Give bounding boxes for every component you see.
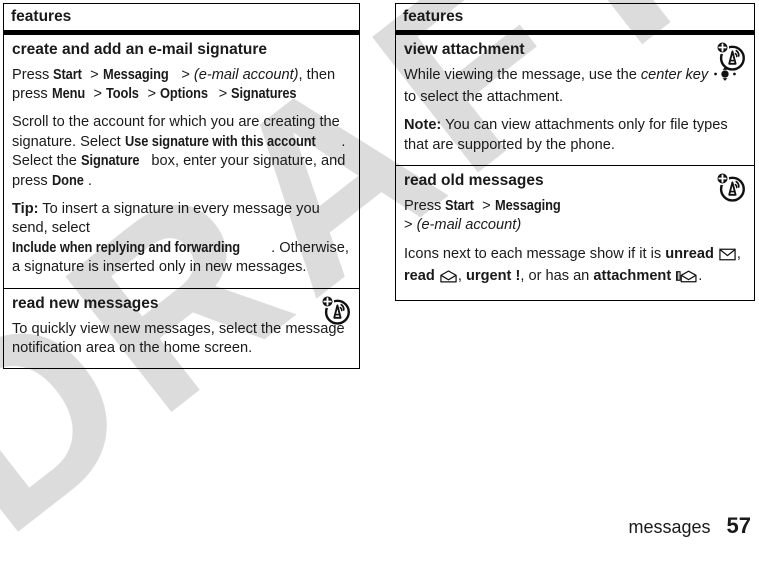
features-table: features view attachment While viewing th… — [395, 3, 755, 301]
table-header: features — [4, 4, 359, 34]
text-run: urgent — [466, 268, 512, 285]
feature-title: create and add an e-mail signature — [12, 40, 267, 58]
feature-paragraph: While viewing the message, use the cente… — [404, 66, 746, 108]
feature-title: read new messages — [12, 294, 159, 312]
text-run: Start — [445, 198, 475, 215]
feature-paragraph: Press Start > Messaging > (e-mail accoun… — [12, 66, 351, 105]
text-run: (e-mail account) — [416, 217, 522, 234]
feature-paragraph: Press Start > Messaging > (e-mail account… — [404, 197, 746, 236]
text-run: Signature — [80, 153, 140, 170]
features-table: features create and add an e-mail signatu… — [3, 3, 360, 370]
text-run: Menu — [51, 86, 85, 103]
text-run: > — [177, 66, 194, 83]
text-run: Tip: — [12, 201, 39, 218]
text-run — [708, 67, 712, 83]
text-run: > — [86, 66, 103, 83]
text-run: Include when replying and forwarding — [12, 239, 241, 256]
feature-paragraph: Tip: To insert a signature in every mess… — [12, 200, 351, 278]
footer-page-number: 57 — [726, 513, 751, 538]
feature-section: view attachment While viewing the message… — [396, 33, 754, 165]
text-run: To quickly view new messages, select the… — [12, 320, 345, 356]
envelope-open-icon — [440, 270, 457, 289]
text-run: Messaging — [494, 198, 561, 215]
text-run: center key — [640, 66, 709, 83]
text-run — [714, 246, 718, 262]
text-run: While viewing the message, use the — [404, 66, 641, 83]
text-run: > — [214, 86, 232, 103]
text-run: Done — [51, 172, 84, 189]
text-run: To insert a signature in every message y… — [12, 201, 320, 237]
text-run: attachment — [593, 268, 672, 285]
text-run: Press — [12, 66, 54, 83]
text-run: > — [143, 86, 161, 103]
text-run: (e-mail account) — [193, 66, 299, 83]
feature-paragraph: To quickly view new messages, select the… — [12, 320, 351, 359]
text-run: read — [404, 268, 435, 285]
text-run: Start — [53, 66, 83, 83]
motorola-feature-icon — [714, 39, 748, 73]
envelope-closed-icon — [719, 248, 736, 267]
feature-title: read old messages — [404, 172, 544, 190]
feature-paragraph: Icons next to each message show if it is… — [404, 245, 746, 290]
feature-paragraph: Note: You can view attachments only for … — [404, 116, 746, 155]
text-run: . — [698, 268, 703, 285]
text-run: Icons next to each message show if it is — [404, 245, 666, 262]
attachment-envelope-icon — [676, 270, 697, 289]
text-run — [435, 268, 439, 284]
text-run: > — [404, 217, 417, 234]
text-run: Messaging — [102, 66, 169, 83]
text-run: Tools — [106, 86, 139, 103]
motorola-feature-icon — [714, 170, 748, 204]
features-table-left: features create and add an e-mail signatu… — [3, 3, 360, 370]
text-run: Options — [160, 86, 208, 103]
text-run: You can view attachments only for file t… — [404, 117, 728, 153]
text-run: Press — [404, 198, 446, 215]
feature-section: read old messages Press Start > Messaging… — [396, 165, 754, 299]
motorola-feature-icon — [319, 293, 353, 327]
text-run — [671, 268, 675, 284]
text-run: Use signature with this account — [124, 133, 316, 150]
text-run: > — [89, 86, 107, 103]
feature-paragraph: Scroll to the account for which you are … — [12, 113, 351, 191]
features-table-right: features view attachment While viewing th… — [395, 3, 755, 301]
page-footer: messages 57 — [628, 513, 751, 539]
text-run: Note: — [404, 117, 442, 134]
manual-page: features create and add an e-mail signatu… — [0, 0, 759, 547]
footer-chapter-label: messages — [628, 517, 711, 537]
text-run: > — [478, 198, 495, 215]
text-run: , — [457, 268, 466, 285]
text-run: , — [736, 245, 741, 262]
feature-section: create and add an e-mail signature Press … — [4, 33, 359, 288]
feature-section: read new messages To quickly view new mes… — [4, 287, 359, 369]
text-run: , or has an — [520, 268, 594, 285]
feature-title: view attachment — [404, 40, 525, 58]
table-header: features — [396, 4, 754, 34]
text-run: unread — [665, 245, 714, 262]
text-run: . — [87, 172, 92, 189]
text-run: to select the attachment. — [404, 89, 563, 106]
text-run: Signatures — [231, 86, 297, 103]
